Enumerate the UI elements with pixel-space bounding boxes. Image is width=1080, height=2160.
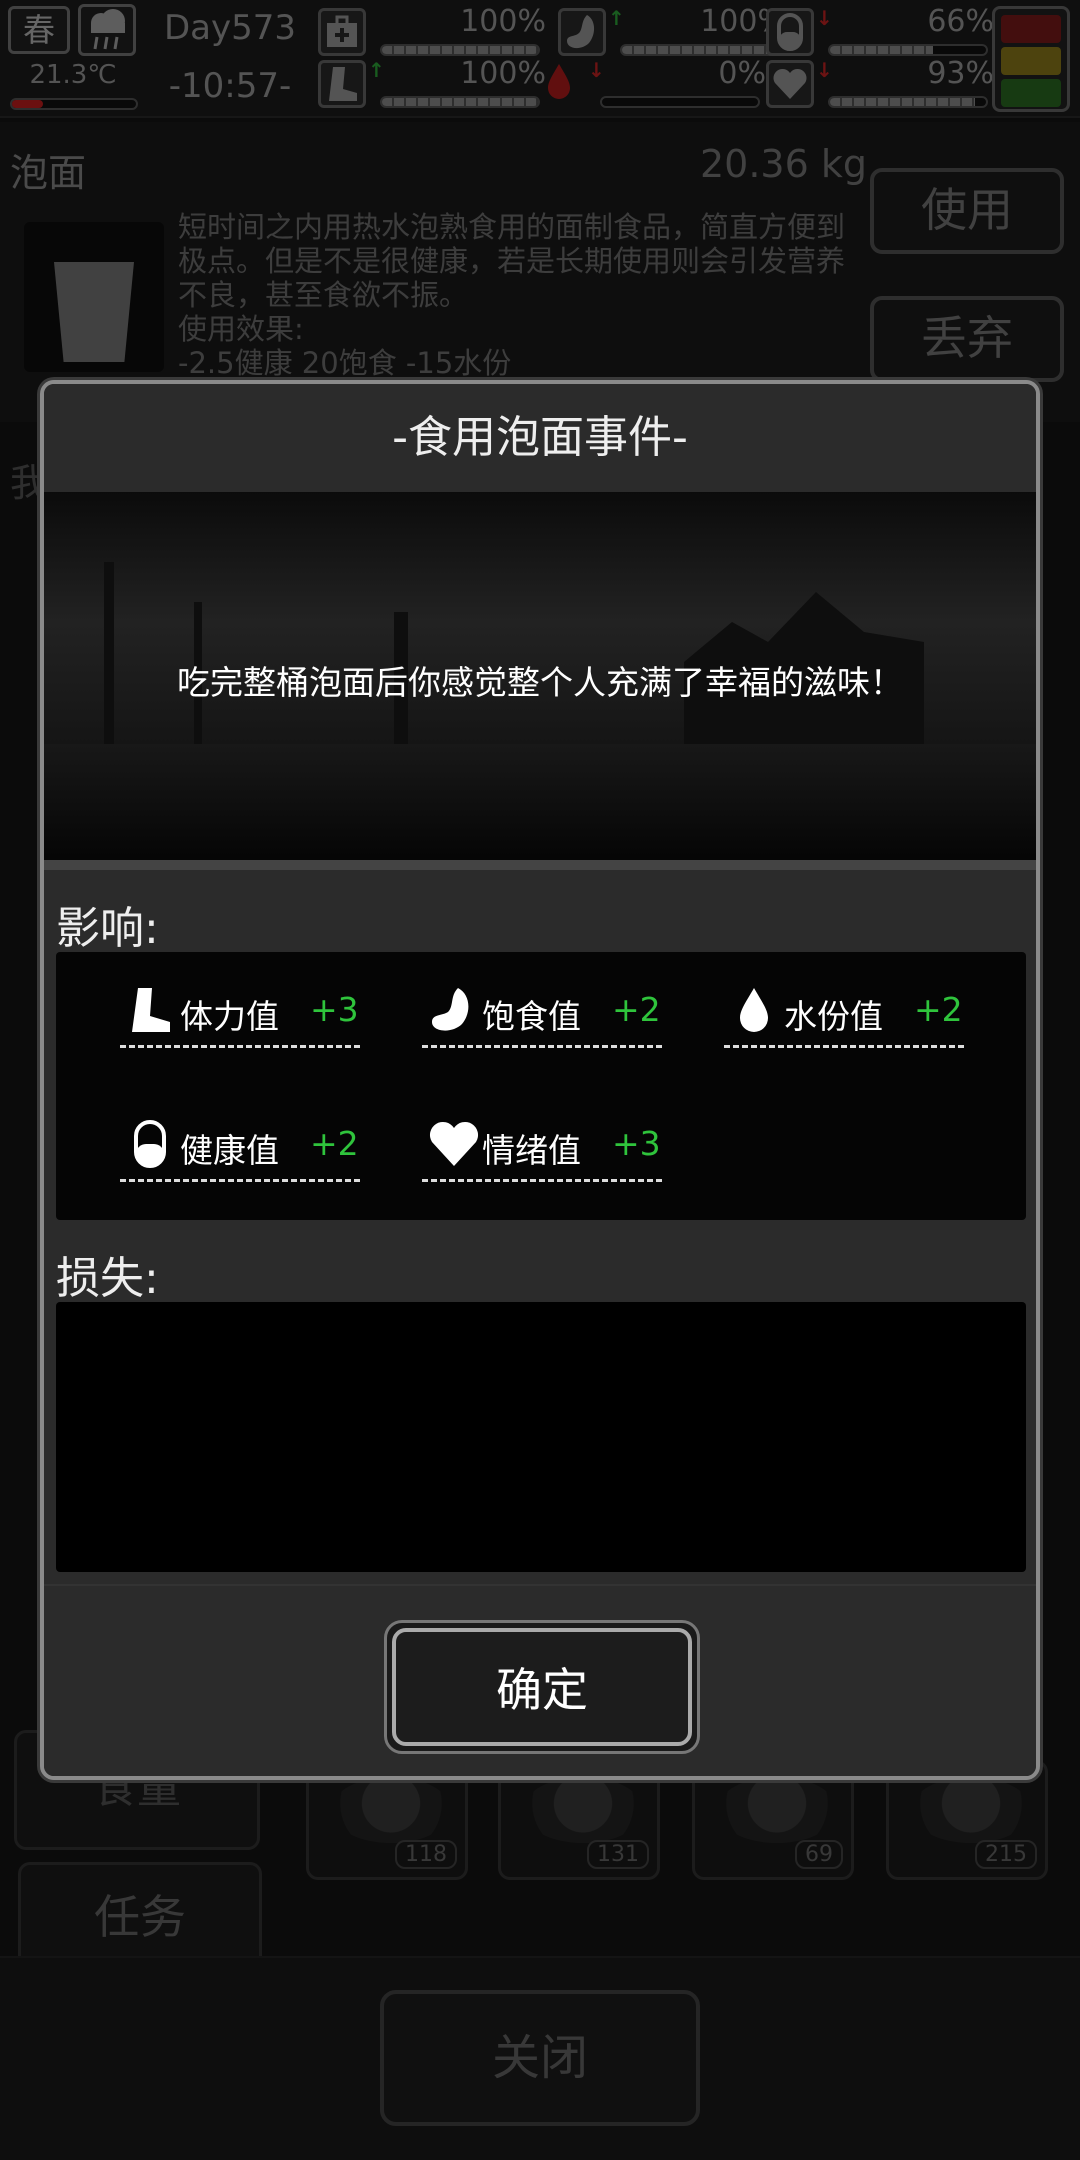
effect-label: 情绪值 (482, 1131, 581, 1170)
water-drop-icon (728, 984, 780, 1036)
effect-health: 健康值 +2 (120, 1112, 360, 1182)
confirm-button-label: 确定 (392, 1628, 692, 1746)
effect-hydration: 水份值 +2 (724, 978, 964, 1048)
effects-label: 影响: (56, 903, 159, 954)
confirm-button[interactable]: 确定 (384, 1620, 700, 1754)
effect-satiety: 饱食值 +2 (422, 978, 662, 1048)
stomach-icon (426, 984, 478, 1036)
divider (44, 860, 1036, 870)
loss-label: 损失: (56, 1253, 159, 1304)
effect-mood: 情绪值 +3 (422, 1112, 662, 1182)
effect-value: +2 (310, 1124, 359, 1163)
effect-value: +2 (612, 990, 661, 1029)
event-message: 吃完整桶泡面后你感觉整个人充满了幸福的滋味！ (177, 663, 903, 702)
effects-panel: 体力值 +3 饱食值 +2 水份值 +2 健康值 +2 情绪值 +3 (56, 952, 1026, 1220)
effect-stamina: 体力值 +3 (120, 978, 360, 1048)
event-dialog: -食用泡面事件- 吃完整桶泡面后你感觉整个人充满了幸福的滋味！ 影响: 体力值 … (40, 380, 1040, 1780)
dialog-footer: 确定 (44, 1584, 1036, 1776)
pill-icon (124, 1118, 176, 1170)
boot-icon (124, 984, 176, 1036)
effect-label: 健康值 (180, 1131, 279, 1170)
heart-icon (426, 1118, 479, 1170)
effect-label: 饱食值 (482, 997, 581, 1036)
loss-panel (56, 1302, 1026, 1572)
effect-value: +2 (914, 990, 963, 1029)
effect-value: +3 (612, 1124, 661, 1163)
event-scene-image: 吃完整桶泡面后你感觉整个人充满了幸福的滋味！ (44, 492, 1036, 864)
effect-value: +3 (310, 990, 359, 1029)
dialog-title: -食用泡面事件- (44, 384, 1036, 492)
effect-label: 水份值 (784, 997, 883, 1036)
effect-label: 体力值 (180, 997, 279, 1036)
